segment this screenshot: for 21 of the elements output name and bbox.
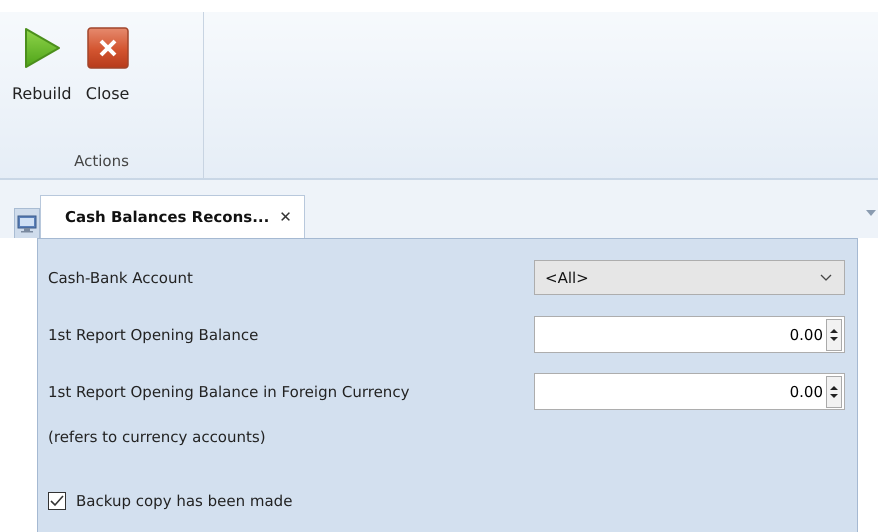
group-label: Actions xyxy=(74,152,129,170)
close-tab-button[interactable]: ✕ xyxy=(279,208,292,226)
document-tab[interactable]: Cash Balances Recons... ✕ xyxy=(40,195,305,238)
field-label: 1st Report Opening Balance in Foreign Currency xyxy=(48,382,410,400)
checkbox-label: Backup copy has been made xyxy=(76,492,292,510)
chevron-down-icon xyxy=(820,274,832,281)
amount-field[interactable]: 0.00 xyxy=(534,316,845,353)
dropdown-arrow-icon[interactable] xyxy=(866,210,876,216)
field-label: 1st Report Opening Balance xyxy=(48,326,258,344)
ribbon-button[interactable]: Close xyxy=(82,24,134,103)
amount-field[interactable]: 0.00 xyxy=(534,373,845,410)
account-dropdown[interactable]: <All> xyxy=(534,260,845,295)
spin-buttons[interactable] xyxy=(826,318,842,350)
monitor-button[interactable] xyxy=(14,208,40,238)
field-label: Cash-Bank Account xyxy=(48,268,193,286)
close-icon xyxy=(86,26,130,70)
monitor-icon xyxy=(17,214,37,232)
note-text: (refers to currency accounts) xyxy=(48,428,267,446)
checkbox[interactable] xyxy=(48,492,66,510)
ribbon-button[interactable]: Rebuild xyxy=(8,24,76,103)
spin-buttons[interactable] xyxy=(826,376,842,408)
